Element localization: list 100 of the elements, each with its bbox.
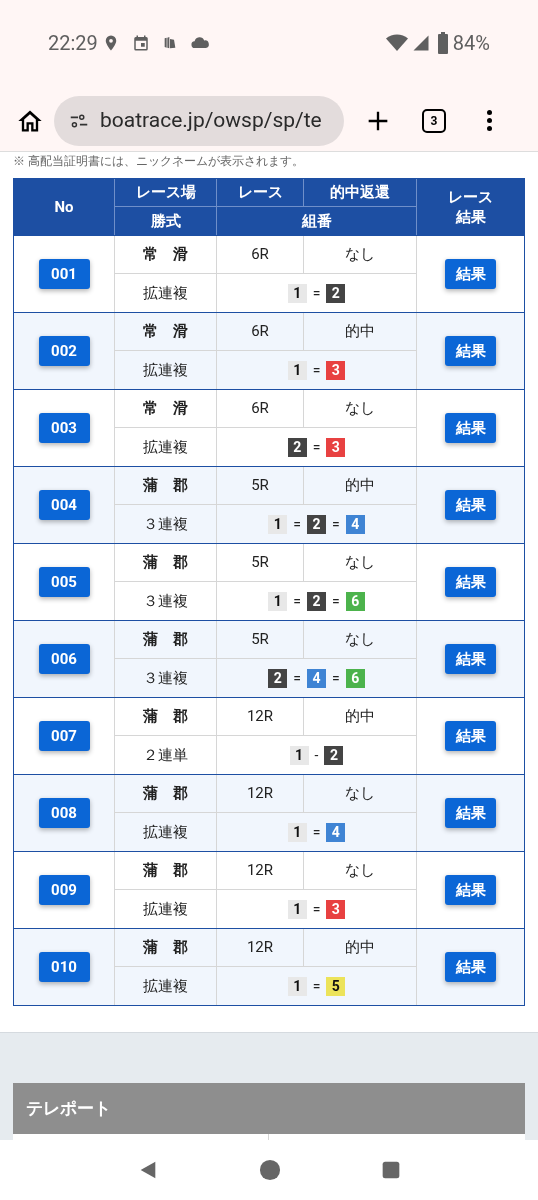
column-header: 結果	[455, 207, 486, 227]
boat-number: 6	[345, 591, 365, 611]
table-cell: なし	[304, 544, 417, 582]
boat-number: 6	[345, 668, 365, 688]
entry-number-button[interactable]: 010	[38, 952, 90, 982]
table-cell: 蒲 郡	[115, 544, 217, 582]
battery-percent: 84%	[452, 30, 490, 57]
boat-number: 1	[287, 283, 307, 303]
boat-number: 3	[326, 437, 346, 457]
boat-number: 3	[326, 899, 346, 919]
table-cell: 蒲 郡	[115, 467, 217, 505]
boat-number: 4	[307, 668, 326, 688]
entry-number-button[interactable]: 005	[38, 567, 90, 597]
separator-sign: =	[332, 591, 340, 611]
table-cell: 蒲 郡	[115, 852, 217, 890]
entry-number-button[interactable]: 001	[38, 259, 90, 289]
table-cell: 6R	[217, 313, 304, 351]
boat-number: 2	[268, 668, 288, 688]
address-bar[interactable]: boatrace.jp/owsp/sp/te	[54, 95, 344, 146]
boat-number: 1	[289, 745, 309, 765]
table-cell: 6R	[217, 390, 304, 428]
recents-square-icon	[381, 1160, 401, 1180]
result-button[interactable]: 結果	[445, 721, 496, 751]
boat-number: 2	[307, 514, 326, 534]
boat-number: 5	[326, 976, 346, 996]
column-header: レース	[217, 179, 304, 207]
notice-text: ※ 高配当証明書には、ニックネームが表示されます。	[13, 153, 305, 169]
boat-number: 4	[345, 514, 365, 534]
separator-sign: =	[332, 514, 340, 534]
boat-number: 2	[287, 437, 307, 457]
table-cell: 蒲 郡	[115, 698, 217, 736]
table-cell: 拡連複	[115, 967, 217, 1005]
table-cell: 蒲 郡	[115, 621, 217, 659]
table-cell: なし	[304, 775, 417, 813]
entry-number-button[interactable]: 007	[38, 721, 90, 751]
table-cell: 常 滑	[115, 313, 217, 351]
table-cell: 6R	[217, 236, 304, 274]
result-button[interactable]: 結果	[445, 413, 496, 443]
boat-number: 2	[324, 745, 344, 765]
column-header: レース	[448, 187, 493, 207]
clock: 22:29	[48, 30, 98, 57]
table-cell: なし	[304, 621, 417, 659]
separator-sign: =	[312, 437, 321, 457]
result-button[interactable]: 結果	[445, 875, 496, 905]
column-header: 的中返還	[304, 179, 417, 207]
result-button[interactable]: 結果	[445, 336, 496, 366]
table-cell: 的中	[304, 929, 417, 967]
result-button[interactable]: 結果	[445, 644, 496, 674]
table-cell: 蒲 郡	[115, 929, 217, 967]
table-cell: 5R	[217, 544, 304, 582]
separator-sign: =	[293, 591, 301, 611]
table-cell: 的中	[304, 467, 417, 505]
entry-number-button[interactable]: 002	[38, 336, 90, 366]
url-text: boatrace.jp/owsp/sp/te	[100, 106, 322, 134]
separator-sign: =	[293, 668, 301, 688]
entry-number-button[interactable]: 003	[38, 413, 90, 443]
table-cell: 12R	[217, 929, 304, 967]
boat-number: 1	[287, 822, 307, 842]
entry-number-button[interactable]: 009	[38, 875, 90, 905]
separator-sign: =	[312, 976, 321, 996]
separator-sign: =	[312, 360, 321, 380]
entry-number-button[interactable]: 006	[38, 644, 90, 674]
table-cell: 12R	[217, 775, 304, 813]
entry-number-button[interactable]: 008	[38, 798, 90, 828]
boat-number: 1	[287, 360, 307, 380]
separator-sign: =	[312, 899, 321, 919]
result-button[interactable]: 結果	[445, 798, 496, 828]
boat-number: 4	[326, 822, 346, 842]
separator-sign: -	[314, 745, 319, 765]
result-button[interactable]: 結果	[445, 490, 496, 520]
table-cell: 5R	[217, 467, 304, 505]
separator-sign: =	[332, 668, 340, 688]
section-header: テレポート	[13, 1083, 525, 1134]
column-header: レース場	[115, 179, 217, 207]
table-cell: 12R	[217, 698, 304, 736]
result-button[interactable]: 結果	[445, 567, 496, 597]
home-circle-icon	[259, 1159, 281, 1181]
boat-number: 2	[326, 283, 346, 303]
table-cell: なし	[304, 852, 417, 890]
more-menu-icon	[487, 110, 492, 131]
table-cell: 的中	[304, 698, 417, 736]
table-cell: 的中	[304, 313, 417, 351]
separator-sign: =	[293, 514, 301, 534]
table-cell: 5R	[217, 621, 304, 659]
boat-number: 3	[326, 360, 346, 380]
boat-number: 1	[287, 899, 307, 919]
table-cell: 常 滑	[115, 236, 217, 274]
boat-number: 2	[307, 591, 326, 611]
result-button[interactable]: 結果	[445, 259, 496, 289]
separator-sign: =	[312, 822, 321, 842]
calendar-icon	[131, 34, 150, 52]
boat-number: 1	[268, 514, 288, 534]
table-cell: なし	[304, 390, 417, 428]
table-cell: 常 滑	[115, 390, 217, 428]
tab-count-button[interactable]: 3	[422, 108, 446, 133]
boat-number: 1	[287, 976, 307, 996]
table-cell: 12R	[217, 852, 304, 890]
table-cell: なし	[304, 236, 417, 274]
entry-number-button[interactable]: 004	[38, 490, 90, 520]
result-button[interactable]: 結果	[445, 952, 496, 982]
